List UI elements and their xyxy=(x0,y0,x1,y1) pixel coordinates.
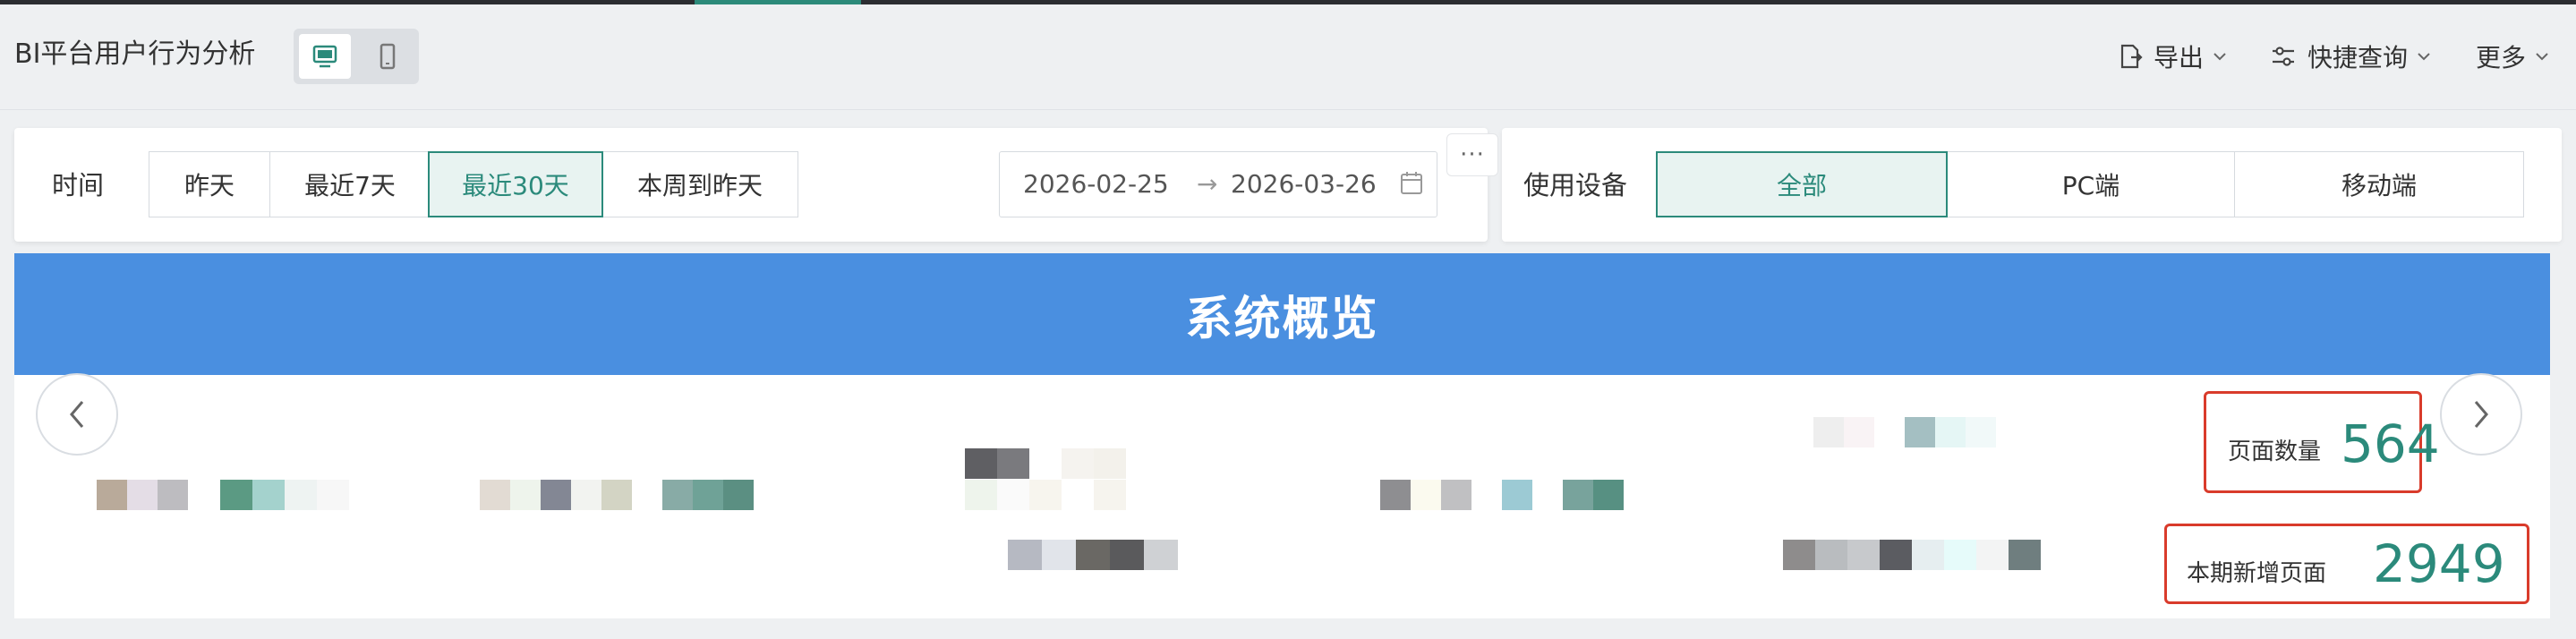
time-option-week-to-yesterday[interactable]: 本周到昨天 xyxy=(601,151,798,217)
view-mode-toggle xyxy=(294,29,419,84)
new-pages-card: 本期新增页面 2949 xyxy=(2164,524,2529,604)
date-start: 2026-02-25 xyxy=(1023,169,1169,199)
more-label: 更多 xyxy=(2476,43,2527,72)
new-pages-value: 2949 xyxy=(2373,533,2505,594)
carousel-next-button[interactable] xyxy=(2440,373,2522,456)
redacted-metric xyxy=(480,480,754,510)
page-count-card: 页面数量 564 xyxy=(2204,391,2440,493)
device-option-pc[interactable]: PC端 xyxy=(1946,151,2236,217)
overview-banner: 系统概览 xyxy=(14,253,2550,375)
chevron-down-icon xyxy=(2213,53,2226,61)
page-count-label: 页面数量 xyxy=(2228,439,2322,465)
sliders-icon xyxy=(2273,47,2294,66)
export-icon xyxy=(2120,44,2143,69)
more-menu-button[interactable]: 更多 xyxy=(2476,38,2560,74)
chevron-down-icon xyxy=(2418,53,2430,61)
calendar-icon xyxy=(1401,172,1422,194)
time-option-last-30-days[interactable]: 最近30天 xyxy=(428,151,603,217)
monitor-icon xyxy=(312,45,337,68)
redacted-metric xyxy=(965,448,1126,479)
overview-title: 系统概览 xyxy=(1185,292,1379,346)
system-overview-panel: 系统概览 页面数量 564 本期新增页面 2949 xyxy=(14,253,2550,618)
chevron-right-icon xyxy=(2474,401,2488,428)
time-option-last-7-days[interactable]: 最近7天 xyxy=(269,151,431,217)
mobile-view-button[interactable] xyxy=(362,34,414,79)
new-pages-label: 本期新增页面 xyxy=(2187,560,2327,587)
chevron-left-icon xyxy=(70,401,84,428)
redacted-metric xyxy=(97,480,349,510)
device-option-all[interactable]: 全部 xyxy=(1656,151,1948,217)
time-option-yesterday[interactable]: 昨天 xyxy=(149,151,270,217)
page-count-value: 564 xyxy=(2341,413,2440,474)
device-filter-panel: 使用设备 全部 PC端 移动端 xyxy=(1502,128,2562,242)
redacted-metric xyxy=(1380,480,1624,510)
time-filter-label: 时间 xyxy=(52,170,105,200)
redacted-metric xyxy=(1008,540,1178,570)
redacted-metric xyxy=(965,480,1126,510)
carousel-prev-button[interactable] xyxy=(36,373,118,456)
desktop-view-button[interactable] xyxy=(299,34,351,79)
time-filter-panel: 时间 昨天 最近7天 最近30天 本周到昨天 2026-02-25 → 2026… xyxy=(14,128,1498,242)
export-label: 导出 xyxy=(2154,43,2205,72)
quick-query-label: 快捷查询 xyxy=(2307,43,2409,72)
phone-icon xyxy=(380,43,396,70)
page-bottom-gap xyxy=(0,618,2576,639)
page-header: BI平台用户行为分析 导出 快捷查询 更多 xyxy=(0,4,2576,110)
export-button[interactable]: 导出 xyxy=(2118,38,2238,74)
device-filter-label: 使用设备 xyxy=(1523,170,1628,200)
date-end: 2026-03-26 xyxy=(1231,169,1377,199)
redacted-metric xyxy=(1813,417,1996,447)
quick-query-button[interactable]: 快捷查询 xyxy=(2270,38,2442,74)
arrow-right-icon: → xyxy=(1197,169,1218,199)
device-option-mobile[interactable]: 移动端 xyxy=(2234,151,2524,217)
page-title: BI平台用户行为分析 xyxy=(14,38,256,70)
filter-more-button[interactable]: ··· xyxy=(1446,133,1498,176)
redacted-metric xyxy=(1783,540,2041,570)
date-range-picker[interactable]: 2026-02-25 → 2026-03-26 xyxy=(999,151,1437,217)
chevron-down-icon xyxy=(2536,53,2548,61)
